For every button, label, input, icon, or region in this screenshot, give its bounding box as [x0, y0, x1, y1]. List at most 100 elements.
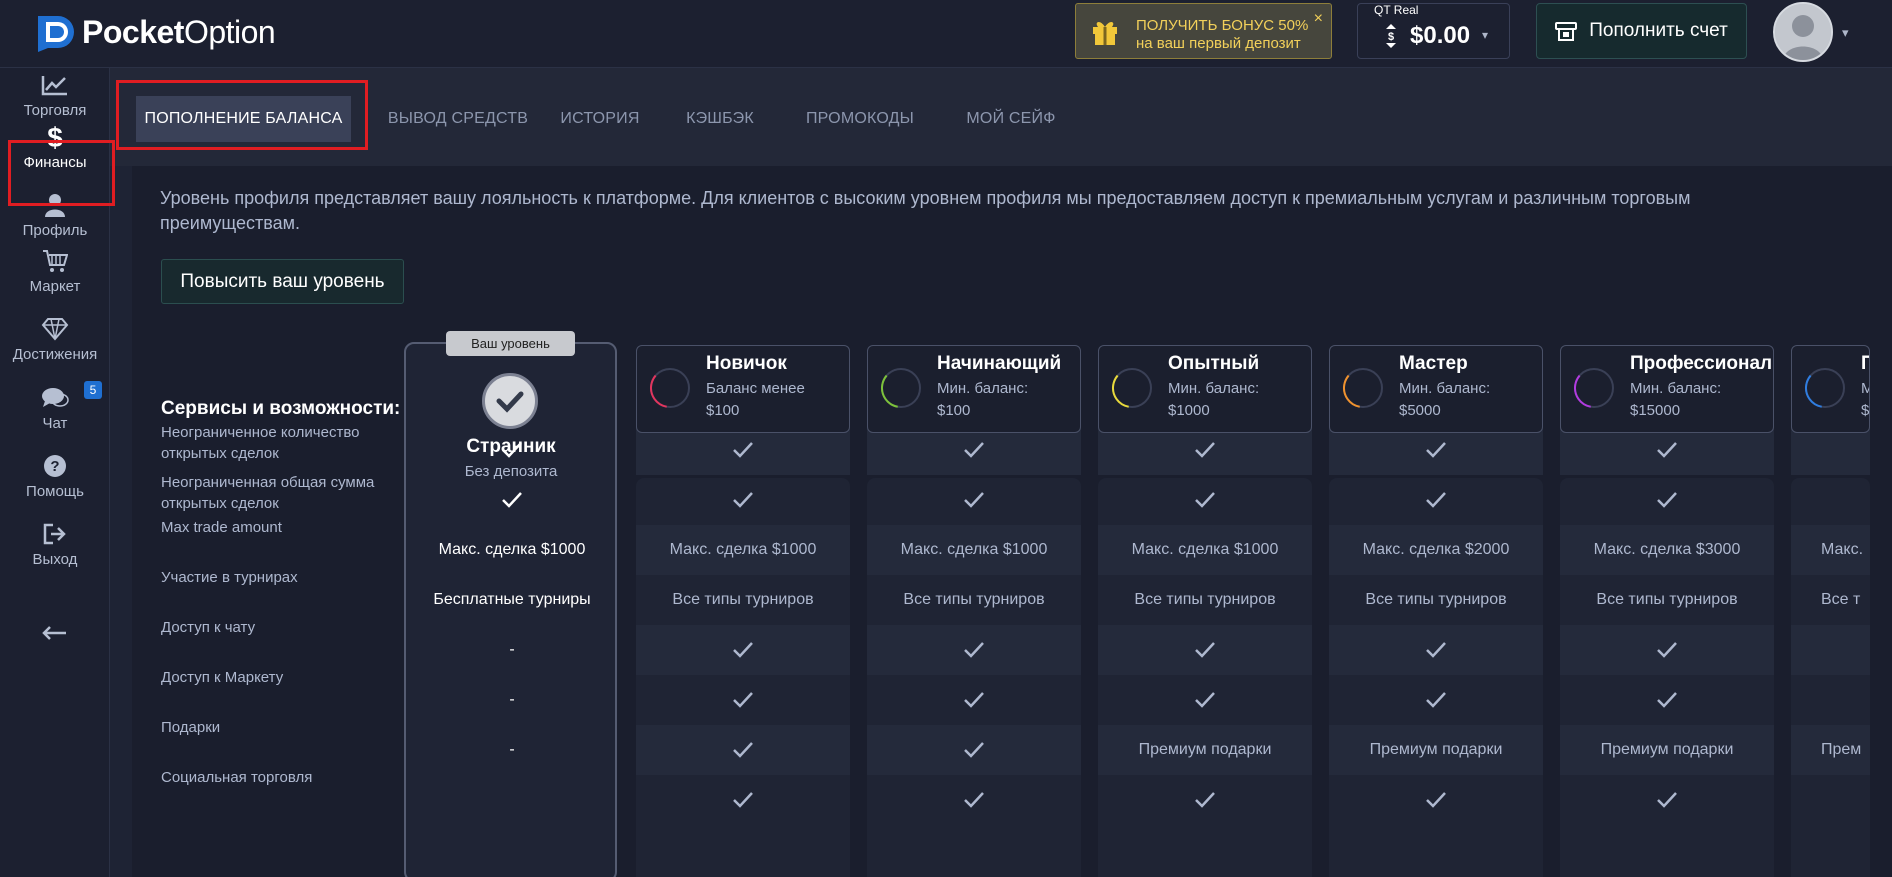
check-icon — [1426, 792, 1446, 808]
cell-text: Премиум подарки — [1138, 741, 1272, 758]
level-cell: Все типы турниров — [867, 575, 1081, 625]
sidebar-item-logout[interactable]: Выход — [0, 519, 110, 583]
level-cell — [1560, 425, 1774, 475]
raise-level-button[interactable]: Повысить ваш уровень — [161, 259, 404, 304]
cell-text: - — [509, 641, 515, 658]
cell-text: Макс. — [1821, 541, 1864, 558]
level-cell: Макс. сделка $1000 — [636, 525, 850, 575]
level-cell — [1791, 625, 1870, 675]
level-requirement-label: Мин. баланс: — [1630, 380, 1722, 397]
check-icon — [733, 442, 753, 458]
level-requirement-label: Мин. баланс: — [1399, 380, 1491, 397]
level-requirement-value: $15000 — [1630, 402, 1681, 419]
collapse-sidebar-button[interactable] — [0, 618, 110, 644]
sidebar-item-chat[interactable]: 5 Чат — [0, 381, 110, 447]
check-icon — [964, 742, 984, 758]
check-icon — [964, 692, 984, 708]
level-requirement-value: $1000 — [1168, 402, 1210, 419]
sidebar-item-label: Выход — [32, 551, 78, 568]
tab-my-safe[interactable]: МОЙ СЕЙФ — [946, 96, 1076, 142]
sidebar-item-achievements[interactable]: Достижения — [0, 314, 110, 378]
sidebar-item-label: Чат — [42, 415, 68, 432]
level-card[interactable]: Начинающий Мин. баланс: $100 — [867, 345, 1081, 433]
tab-withdrawal[interactable]: ВЫВОД СРЕДСТВ — [378, 96, 538, 142]
logo-text-bold: Pocket — [82, 13, 184, 50]
level-cell — [1560, 775, 1774, 825]
cell-text: Прем — [1821, 741, 1862, 758]
cell-text: - — [509, 691, 515, 708]
level-card[interactable]: Новичок Баланс менее $100 — [636, 345, 850, 433]
cell-text: Макс. сделка $2000 — [1362, 541, 1510, 558]
svg-text:$: $ — [1388, 31, 1394, 43]
level-cell: Прем — [1791, 725, 1870, 775]
check-icon — [1426, 492, 1446, 508]
level-cell: Все типы турниров — [1560, 575, 1774, 625]
level-cell: Макс. сделка $1000 — [867, 525, 1081, 575]
level-cell: Все типы турниров — [1098, 575, 1312, 625]
highlight-deposit-tab — [116, 80, 368, 150]
level-ring-icon — [881, 368, 921, 408]
level-cell: Премиум подарки — [1329, 725, 1543, 775]
level-cell — [1560, 625, 1774, 675]
check-icon — [1195, 692, 1215, 708]
tab-cashback[interactable]: КЭШБЭК — [670, 96, 770, 142]
level-cell — [867, 675, 1081, 725]
level-card[interactable]: Мастер Мин. баланс: $5000 — [1329, 345, 1543, 433]
gift-icon — [1090, 16, 1120, 46]
deposit-button[interactable]: Пополнить счет — [1536, 3, 1747, 59]
check-icon — [964, 642, 984, 658]
level-cell — [1791, 425, 1870, 475]
level-cell: Макс. сделка $3000 — [1560, 525, 1774, 575]
level-cell: Макс. — [1791, 525, 1870, 575]
finance-tabs: ПОПОЛНЕНИЕ БАЛАНСА ВЫВОД СРЕДСТВ ИСТОРИЯ… — [110, 68, 1892, 166]
cell-text: Премиум подарки — [1600, 741, 1734, 758]
check-icon — [733, 492, 753, 508]
check-icon — [502, 492, 522, 508]
chevron-down-icon[interactable]: ▾ — [1842, 25, 1849, 41]
logo-icon — [34, 12, 78, 52]
level-cell — [1329, 775, 1543, 825]
level-cell — [1329, 675, 1543, 725]
logo[interactable]: PocketOption — [34, 12, 276, 52]
cell-text: Все типы турниров — [1596, 591, 1738, 608]
tab-promocodes[interactable]: ПРОМОКОДЫ — [790, 96, 930, 142]
level-card[interactable]: Профессионал Мин. баланс: $15000 — [1560, 345, 1774, 433]
account-selector[interactable]: QT Real $ $0.00 ▾ — [1357, 3, 1510, 59]
cell-text: Макс. сделка $1000 — [438, 541, 586, 558]
bonus-banner[interactable]: ПОЛУЧИТЬ БОНУС 50% на ваш первый депозит… — [1075, 3, 1332, 59]
arrow-left-icon — [0, 618, 110, 648]
level-name: Профессионал — [1630, 353, 1773, 374]
check-icon — [964, 442, 984, 458]
avatar[interactable] — [1773, 2, 1833, 62]
sidebar-item-label: Помощь — [26, 483, 84, 500]
check-icon — [1657, 492, 1677, 508]
cell-text: Бесплатные турниры — [433, 591, 591, 608]
level-card[interactable]: Опытный Мин. баланс: $1000 — [1098, 345, 1312, 433]
account-balance: $0.00 — [1410, 22, 1471, 49]
level-ring-icon — [1343, 368, 1383, 408]
level-cell — [1329, 425, 1543, 475]
level-ring-icon — [1574, 368, 1614, 408]
level-name: Начинающий — [937, 353, 1062, 374]
sidebar-item-label: Маркет — [29, 278, 81, 295]
diamond-icon — [0, 314, 110, 344]
row-label-social-trading: Социальная торговля — [161, 769, 313, 786]
level-ring-icon — [1805, 368, 1845, 408]
sidebar-item-market[interactable]: Маркет — [0, 246, 110, 310]
level-cell — [867, 625, 1081, 675]
current-level-cell: - — [406, 675, 618, 725]
level-cell — [867, 425, 1081, 475]
level-card[interactable]: ПМ $ — [1791, 345, 1870, 433]
tab-history[interactable]: ИСТОРИЯ — [550, 96, 650, 142]
chat-badge: 5 — [84, 381, 102, 399]
level-cell: Все типы турниров — [636, 575, 850, 625]
level-cell: Все т — [1791, 575, 1870, 625]
close-icon[interactable]: × — [1314, 10, 1323, 28]
cell-text: Все типы турниров — [672, 591, 814, 608]
cell-text: Все типы турниров — [903, 591, 1045, 608]
sidebar-item-help[interactable]: ? Помощь — [0, 451, 110, 515]
logout-icon — [0, 519, 110, 549]
check-icon — [733, 742, 753, 758]
check-icon — [1657, 792, 1677, 808]
level-cell — [1098, 775, 1312, 825]
